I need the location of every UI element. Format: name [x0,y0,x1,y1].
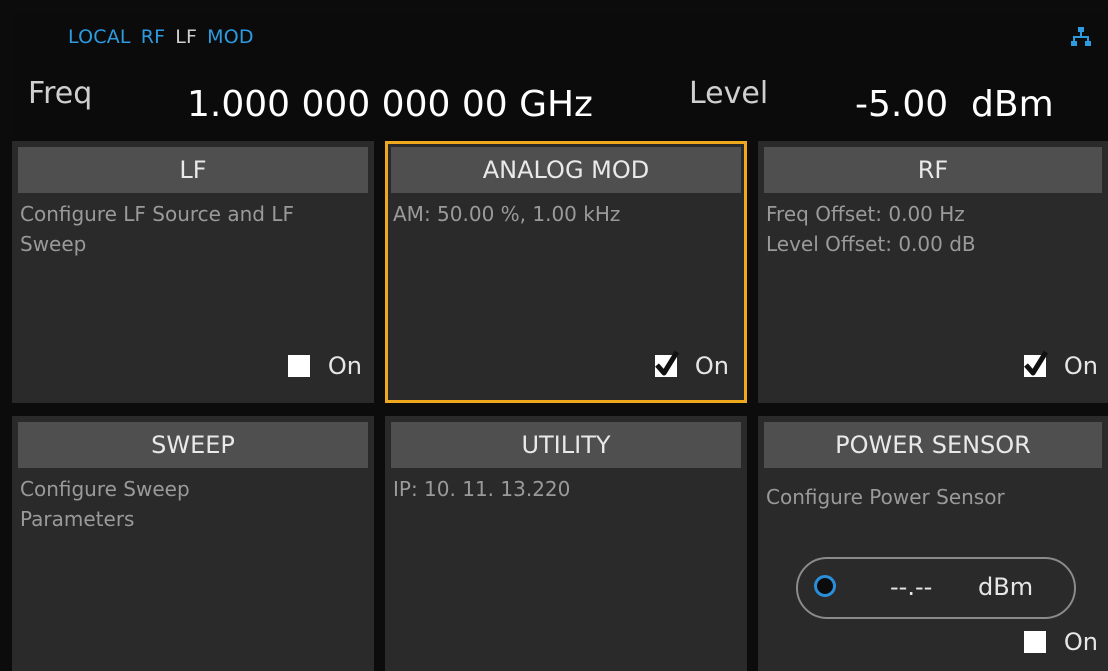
tile-utility-title: UTILITY [391,422,741,468]
lf-on-checkbox[interactable] [287,355,310,377]
tile-lf[interactable]: LF Configure LF Source and LF Sweep On [12,141,374,403]
lf-on-toggle[interactable]: On [287,352,362,380]
tile-power-sensor[interactable]: POWER SENSOR Configure Power Sensor On [758,416,1108,671]
analog-mod-on-label: On [694,352,729,380]
power-reading-unit: dBm [978,573,1034,601]
rf-on-label: On [1063,352,1098,380]
status-bar: LOCAL RF LF MOD [68,26,264,48]
tile-lf-line: Sweep [20,232,87,256]
lf-on-label: On [327,352,362,380]
freq-value[interactable]: 1.000 000 000 00 GHz [187,84,593,125]
tile-lf-description: Configure LF Source and LF Sweep [20,199,368,259]
tile-utility-line: IP: 10. 11. 13.220 [393,477,571,501]
status-lf: LF [175,26,198,48]
analog-mod-on-toggle[interactable]: On [654,350,729,380]
freq-unit: GHz [519,84,593,125]
tile-sweep[interactable]: SWEEP Configure Sweep Parameters [12,416,374,671]
status-rf: RF [140,26,166,48]
tile-power-sensor-description: Configure Power Sensor [766,482,1102,512]
tile-utility-description: IP: 10. 11. 13.220 [393,474,741,504]
tile-power-sensor-line: Configure Power Sensor [766,485,1005,509]
tile-rf-description: Freq Offset: 0.00 Hz Level Offset: 0.00 … [766,199,1102,259]
check-icon [655,350,680,376]
status-mod: MOD [207,26,254,48]
tile-lf-line: Configure LF Source and LF [20,202,294,226]
tile-analog-mod-line: AM: 50.00 %, 1.00 kHz [393,202,621,226]
analog-mod-on-checkbox[interactable] [654,350,680,377]
level-number: -5.00 [855,84,949,125]
signal-generator-screen: LOCAL RF LF MOD Freq 1.000 000 000 00 GHz L… [0,0,1108,671]
power-sensor-on-toggle[interactable]: On [1023,628,1098,656]
tile-rf-line: Freq Offset: 0.00 Hz [766,202,965,226]
tile-rf[interactable]: RF Freq Offset: 0.00 Hz Level Offset: 0.… [758,141,1108,403]
power-sensor-on-label: On [1063,628,1098,656]
tile-analog-mod[interactable]: ANALOG MOD AM: 50.00 %, 1.00 kHz On [385,141,747,403]
network-icon [1071,27,1091,46]
rf-on-checkbox[interactable] [1023,350,1049,377]
level-label: Level [689,76,769,111]
tile-lf-title: LF [18,147,368,193]
tile-analog-mod-description: AM: 50.00 %, 1.00 kHz [393,199,741,229]
tile-rf-line: Level Offset: 0.00 dB [766,232,976,256]
level-value[interactable]: -5.00 dBm [855,84,1054,125]
freq-label: Freq [28,76,93,111]
tile-sweep-title: SWEEP [18,422,368,468]
power-sensor-reading[interactable]: --.-- dBm [796,557,1076,619]
status-local: LOCAL [68,26,131,48]
tile-sweep-description: Configure Sweep Parameters [20,474,368,534]
tile-sweep-line: Parameters [20,507,135,531]
tile-rf-title: RF [764,147,1102,193]
radio-indicator-icon [814,575,836,597]
header: LOCAL RF LF MOD Freq 1.000 000 000 00 GHz L… [12,12,1108,141]
tile-power-sensor-title: POWER SENSOR [764,422,1102,468]
freq-number: 1.000 000 000 00 [187,84,508,125]
tile-sweep-line: Configure Sweep [20,477,190,501]
check-icon [1024,350,1049,376]
tile-analog-mod-title: ANALOG MOD [391,147,741,193]
power-sensor-on-checkbox[interactable] [1023,631,1046,653]
level-unit: dBm [971,84,1054,125]
power-reading-value: --.-- [890,573,933,601]
rf-on-toggle[interactable]: On [1023,350,1098,380]
tile-utility[interactable]: UTILITY IP: 10. 11. 13.220 [385,416,747,671]
